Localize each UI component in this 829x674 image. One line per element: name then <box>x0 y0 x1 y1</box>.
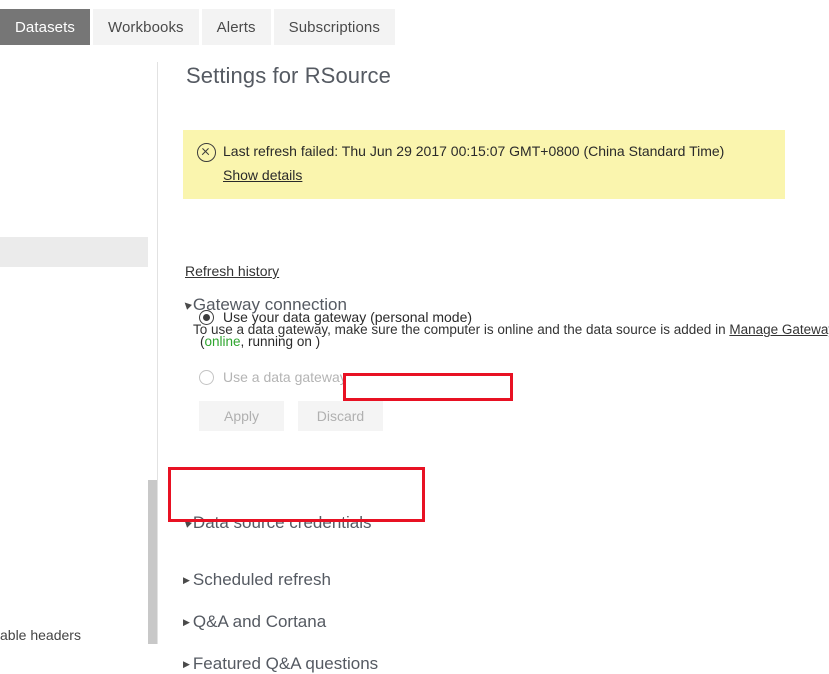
tab-workbooks[interactable]: Workbooks <box>93 9 199 45</box>
highlight-box-gateway-status <box>343 373 513 401</box>
section-header-scheduled-refresh[interactable]: ▶ Scheduled refresh <box>183 570 331 590</box>
manage-gateways-link[interactable]: Manage Gateways <box>729 322 829 337</box>
show-details-link[interactable]: Show details <box>223 167 302 183</box>
refresh-history-link[interactable]: Refresh history <box>185 263 279 279</box>
error-circle-x-icon <box>197 143 216 162</box>
tab-alerts-label: Alerts <box>216 18 256 36</box>
tab-datasets[interactable]: Datasets <box>0 9 90 45</box>
triangle-collapsed-icon: ▶ <box>183 658 190 669</box>
section-title-featured-qa-questions: Featured Q&A questions <box>192 654 379 673</box>
triangle-expanded-icon: ◀ <box>181 297 194 310</box>
section-header-qa-and-cortana[interactable]: ▶ Q&A and Cortana <box>183 612 326 632</box>
left-pane-partial-label: able headers <box>0 627 81 643</box>
radio-label-personal-gateway: Use your data gateway (personal mode) <box>223 309 473 325</box>
left-pane-gray-row <box>0 237 148 267</box>
tab-workbooks-label: Workbooks <box>108 18 184 36</box>
radio-personal-gateway[interactable] <box>199 309 214 325</box>
gateway-status-state: online <box>204 334 241 349</box>
radio-row-personal-gateway[interactable]: Use your data gateway (personal mode) <box>199 309 472 325</box>
radio-row-data-gateway[interactable]: Use a data gateway <box>199 369 347 385</box>
tab-subscriptions[interactable]: Subscriptions <box>273 9 395 45</box>
settings-pane: Settings for RSource Last refresh failed… <box>158 45 829 673</box>
section-header-data-source-credentials[interactable]: ◀ Data source credentials <box>181 513 372 533</box>
gateway-button-row: Apply Discard <box>199 401 397 431</box>
left-content-pane: able headers <box>0 45 157 644</box>
section-title-qa-and-cortana: Q&A and Cortana <box>192 612 327 631</box>
triangle-collapsed-icon: ▶ <box>183 574 190 585</box>
tab-alerts[interactable]: Alerts <box>201 9 271 45</box>
radio-data-gateway[interactable] <box>199 369 214 385</box>
gateway-status-rest: , running on ) <box>240 334 321 349</box>
discard-button[interactable]: Discard <box>298 401 383 431</box>
tab-datasets-label: Datasets <box>15 18 75 36</box>
vertical-scrollbar-thumb[interactable] <box>148 480 157 644</box>
gateway-status-line: (online, running on ) <box>200 334 320 349</box>
triangle-collapsed-icon: ▶ <box>183 616 190 627</box>
radio-label-data-gateway: Use a data gateway <box>223 369 347 385</box>
refresh-failed-banner: Last refresh failed: Thu Jun 29 2017 00:… <box>183 130 785 199</box>
page-title: Settings for RSource <box>186 63 391 88</box>
triangle-expanded-icon: ◀ <box>181 515 194 528</box>
section-title-scheduled-refresh: Scheduled refresh <box>192 570 331 589</box>
refresh-failed-message: Last refresh failed: Thu Jun 29 2017 00:… <box>223 143 725 159</box>
tab-bar: Datasets Workbooks Alerts Subscriptions <box>0 9 398 45</box>
section-title-data-source-credentials: Data source credentials <box>192 513 372 532</box>
tab-subscriptions-label: Subscriptions <box>288 18 380 36</box>
section-header-featured-qa-questions[interactable]: ▶ Featured Q&A questions <box>183 654 378 674</box>
apply-button[interactable]: Apply <box>199 401 284 431</box>
